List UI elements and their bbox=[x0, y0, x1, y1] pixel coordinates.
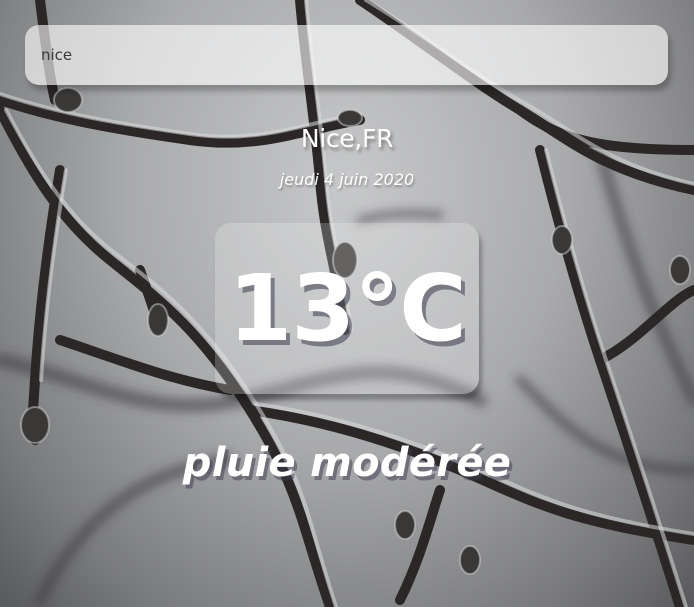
weather-app: Nice,FR jeudi 4 juin 2020 13°C pluie mod… bbox=[0, 0, 694, 607]
date-label: jeudi 4 juin 2020 bbox=[279, 170, 415, 189]
temperature-box: 13°C bbox=[215, 223, 479, 394]
weather-description: pluie modérée bbox=[182, 440, 512, 486]
search-input[interactable] bbox=[25, 25, 668, 85]
location-label: Nice,FR bbox=[300, 124, 394, 153]
search-box bbox=[25, 25, 668, 85]
temperature-value: 13°C bbox=[228, 255, 467, 362]
